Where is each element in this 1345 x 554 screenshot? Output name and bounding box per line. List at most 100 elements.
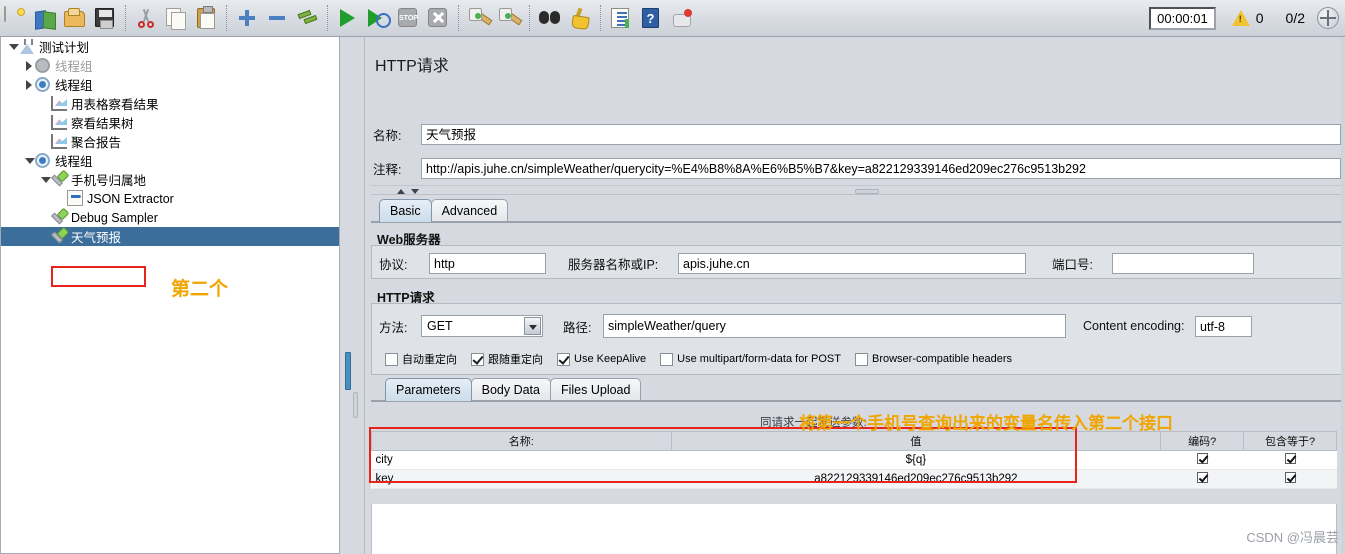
- tree-node-11[interactable]: 天气预报: [1, 227, 339, 246]
- chevron-right-icon[interactable]: [23, 56, 35, 75]
- collapse-up-icon[interactable]: [397, 189, 405, 194]
- checkbox-4[interactable]: [660, 352, 674, 366]
- encoding-input[interactable]: utf-8: [1195, 315, 1252, 337]
- clear-all-button[interactable]: [494, 4, 524, 32]
- protocol-input[interactable]: http: [429, 252, 546, 274]
- tab-basic[interactable]: Basic: [379, 199, 432, 222]
- cell-param-value[interactable]: a822129339146ed209ec276c9513b292: [671, 469, 1161, 489]
- tree-node-10[interactable]: Debug Sampler: [1, 208, 339, 227]
- checkbox-5[interactable]: [854, 352, 868, 366]
- chevron-down-icon[interactable]: [39, 170, 51, 189]
- reset-search-button[interactable]: [565, 4, 595, 32]
- tree-node-6[interactable]: 聚合报告: [1, 132, 339, 151]
- tree-node-spacer: [39, 208, 51, 227]
- search-button[interactable]: [535, 4, 565, 32]
- tab-parameters[interactable]: Parameters: [385, 378, 472, 401]
- cell-param-value[interactable]: ${q}: [671, 450, 1161, 470]
- tree-node-spacer: [39, 132, 51, 151]
- checkbox-encode[interactable]: [1196, 453, 1208, 464]
- cell-encode-checkbox[interactable]: [1160, 450, 1244, 470]
- vertical-split-divider[interactable]: [341, 37, 363, 554]
- tab-files-upload[interactable]: Files Upload: [549, 378, 642, 401]
- method-select[interactable]: GET: [421, 315, 543, 337]
- expand-icon: [238, 9, 256, 27]
- stop-button[interactable]: STOP: [393, 4, 423, 32]
- tree-node-2[interactable]: 线程组: [1, 56, 339, 75]
- toggle-button[interactable]: [292, 4, 322, 32]
- column-header-encode[interactable]: 编码?: [1160, 431, 1245, 451]
- new-button[interactable]: [0, 4, 30, 32]
- expand-window-icon[interactable]: [1317, 7, 1339, 29]
- templates-button[interactable]: [30, 4, 60, 32]
- start-button[interactable]: [333, 4, 363, 32]
- toolbar-group-help: ?: [606, 3, 696, 33]
- tree-node-7[interactable]: 线程组: [1, 151, 339, 170]
- about-button[interactable]: [666, 4, 696, 32]
- port-input[interactable]: [1112, 252, 1254, 274]
- name-row: 名称: 天气预报: [373, 121, 1341, 147]
- search-icon: [539, 7, 561, 29]
- chevron-down-icon[interactable]: [7, 37, 19, 56]
- tree-node-label: 线程组: [55, 60, 93, 74]
- cell-param-name[interactable]: city: [371, 450, 672, 470]
- table-header-row: 名称: 值 编码? 包含等于?: [371, 431, 1337, 451]
- tree-node-3[interactable]: 线程组: [1, 75, 339, 94]
- clear-all-icon: [498, 8, 520, 28]
- tree-node-4[interactable]: 用表格察看结果: [1, 94, 339, 113]
- cell-include-equals-checkbox[interactable]: [1243, 450, 1337, 470]
- shutdown-button[interactable]: [423, 4, 453, 32]
- start-icon: [337, 7, 359, 29]
- clear-button[interactable]: [464, 4, 494, 32]
- test-plan-tree[interactable]: 测试计划 线程组 线程组 用表格察看结果 察看结果树 聚合报告 线程组 手机号归属地 JSON …: [0, 37, 340, 554]
- table-row[interactable]: key a822129339146ed209ec276c9513b292: [371, 469, 1337, 489]
- cell-encode-checkbox[interactable]: [1160, 469, 1244, 489]
- open-button[interactable]: [60, 4, 90, 32]
- vertical-scrollbar[interactable]: [1341, 37, 1345, 554]
- tree-node-1[interactable]: 测试计划: [1, 37, 339, 56]
- collapse-down-icon[interactable]: [411, 189, 419, 194]
- path-input[interactable]: simpleWeather/query: [603, 314, 1066, 338]
- collapse-button[interactable]: [262, 4, 292, 32]
- help-button[interactable]: ?: [636, 4, 666, 32]
- warning-icon[interactable]: [1231, 10, 1250, 26]
- split-grip-handle[interactable]: [345, 352, 351, 390]
- copy-button[interactable]: [161, 4, 191, 32]
- expand-button[interactable]: [232, 4, 262, 32]
- horizontal-split-divider[interactable]: [371, 185, 1343, 195]
- chevron-right-icon[interactable]: [23, 75, 35, 94]
- column-header-value[interactable]: 值: [670, 431, 1162, 451]
- parameters-table[interactable]: 名称: 值 编码? 包含等于? city ${q} key a822129339146…: [371, 431, 1337, 489]
- checkbox-3[interactable]: [557, 352, 570, 366]
- tab-body-data[interactable]: Body Data: [470, 378, 551, 401]
- function-helper-button[interactable]: [606, 4, 636, 32]
- hsplit-grip-handle[interactable]: [855, 189, 879, 194]
- about-icon: [671, 8, 692, 28]
- start-no-pauses-button[interactable]: [363, 4, 393, 32]
- save-button[interactable]: [90, 4, 120, 32]
- name-input[interactable]: 天气预报: [421, 123, 1341, 145]
- tree-node-8[interactable]: 手机号归属地: [1, 170, 339, 189]
- chevron-down-icon[interactable]: [524, 317, 541, 335]
- checkbox-include-equals[interactable]: [1284, 453, 1296, 464]
- checkbox-encode[interactable]: [1196, 472, 1208, 483]
- split-grip-secondary[interactable]: [353, 392, 358, 418]
- tree-node-9[interactable]: JSON Extractor: [1, 189, 339, 208]
- main-tabstrip: Basic Advanced: [379, 199, 509, 222]
- checkbox-include-equals[interactable]: [1284, 472, 1296, 483]
- tab-advanced[interactable]: Advanced: [430, 199, 509, 222]
- cell-include-equals-checkbox[interactable]: [1243, 469, 1337, 489]
- cut-button[interactable]: [131, 4, 161, 32]
- tree-node-5[interactable]: 察看结果树: [1, 113, 339, 132]
- comment-input[interactable]: http://apis.juhe.cn/simpleWeather/queryc…: [421, 157, 1341, 179]
- paste-button[interactable]: [191, 4, 221, 32]
- column-header-name[interactable]: 名称:: [371, 431, 672, 451]
- checkbox-1[interactable]: [385, 352, 398, 366]
- checkbox-2[interactable]: [471, 352, 484, 366]
- chevron-down-icon[interactable]: [23, 151, 35, 170]
- table-row[interactable]: city ${q}: [371, 450, 1337, 470]
- cell-param-name[interactable]: key: [371, 469, 672, 489]
- server-input[interactable]: apis.juhe.cn: [678, 252, 1026, 274]
- column-header-include-equals[interactable]: 包含等于?: [1243, 431, 1337, 451]
- comment-label: 注释:: [373, 162, 402, 177]
- toggle-icon: [297, 9, 317, 27]
